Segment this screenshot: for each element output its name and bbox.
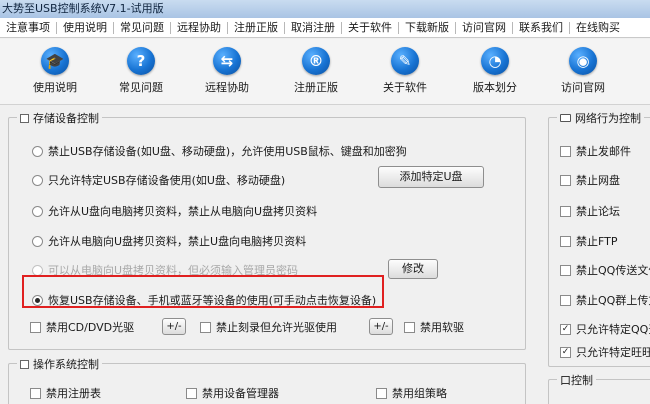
menu-item[interactable]: 关于软件 xyxy=(342,18,398,38)
burn-toggle-button[interactable]: +/- xyxy=(369,318,393,335)
disable-device-manager-checkbox[interactable]: 禁用设备管理器 xyxy=(186,385,279,401)
network-option[interactable]: ✓ 只允许特定QQ登 xyxy=(560,321,650,337)
globe-icon: ◉ xyxy=(569,47,597,75)
radio-button[interactable] xyxy=(32,264,43,276)
menu-item[interactable]: 联系我们 xyxy=(513,18,569,38)
network-option[interactable]: 禁止FTP xyxy=(560,233,618,249)
network-option-label: 禁止网盘 xyxy=(576,174,620,187)
radio-button[interactable] xyxy=(32,145,43,157)
question-icon: ? xyxy=(127,47,155,75)
menu-item[interactable]: 取消注册 xyxy=(285,18,341,38)
network-option-label: 禁止论坛 xyxy=(576,205,620,218)
version-pie-icon: ◔ xyxy=(481,47,509,75)
checkbox-box[interactable] xyxy=(186,387,197,399)
storage-option[interactable]: 允许从电脑向U盘拷贝资料，禁止U盘向电脑拷贝资料 xyxy=(32,233,306,249)
toolbar: 🎓 使用说明? 常见问题 ⇆ 远程协助 ® 注册正版 ✎ 关于软件 ◔ 版本划分 ◉ 访问官网 xyxy=(0,39,650,105)
network-option[interactable]: 禁止QQ群上传文 xyxy=(560,292,650,308)
network-option[interactable]: 禁止发邮件 xyxy=(560,143,631,159)
menu-item[interactable]: 注册正版 xyxy=(228,18,284,38)
storage-option-label: 只允许特定USB存储设备使用(如U盘、移动硬盘) xyxy=(48,174,286,187)
network-option[interactable]: 禁止论坛 xyxy=(560,203,620,219)
storage-option[interactable]: 只允许特定USB存储设备使用(如U盘、移动硬盘) xyxy=(32,172,285,188)
toolbar-label: 访问官网 xyxy=(561,81,605,94)
menu-item[interactable]: 访问官网 xyxy=(456,18,512,38)
toolbar-label: 常见问题 xyxy=(119,81,163,94)
storage-option-label: 禁止USB存储设备(如U盘、移动硬盘)，允许使用USB鼠标、键盘和加密狗 xyxy=(48,145,407,158)
graduation-cap-icon: 🎓 xyxy=(41,47,69,75)
menu-bar: 注意事项 使用说明 常见问题 远程协助 注册正版 取消注册 关于软件 下载新版 访问官网 联系我们… xyxy=(0,18,650,38)
network-option-label: 只允许特定QQ登 xyxy=(576,323,650,336)
network-option[interactable]: 禁止QQ传送文件 xyxy=(560,262,650,278)
disable-registry-checkbox[interactable]: 禁用注册表 xyxy=(30,385,101,401)
title-bar: 大势至USB控制系统V7.1-试用版 xyxy=(0,0,650,18)
group-icon xyxy=(20,359,29,369)
checkbox-box[interactable]: ✓ xyxy=(560,323,571,335)
toolbar-button[interactable]: ◔ 版本划分 xyxy=(460,47,530,94)
checkbox-box[interactable] xyxy=(404,321,415,333)
checkbox-box[interactable] xyxy=(560,294,571,306)
checkbox-box[interactable] xyxy=(560,205,571,217)
monitor-icon xyxy=(560,114,571,122)
toolbar-label: 版本划分 xyxy=(473,81,517,94)
storage-control-title: 存储设备控制 xyxy=(17,110,102,126)
network-option-label: 禁止发邮件 xyxy=(576,145,631,158)
menu-item[interactable]: 远程协助 xyxy=(171,18,227,38)
menu-item[interactable]: 在线购买 xyxy=(570,18,626,38)
storage-option-label: 允许从电脑向U盘拷贝资料，禁止U盘向电脑拷贝资料 xyxy=(48,235,307,248)
network-option[interactable]: ✓ 只允许特定旺旺 xyxy=(560,344,650,360)
menu-item[interactable]: 常见问题 xyxy=(114,18,170,38)
disable-group-policy-checkbox[interactable]: 禁用组策略 xyxy=(376,385,447,401)
network-control-title: 网络行为控制 xyxy=(557,110,644,126)
toolbar-label: 关于软件 xyxy=(383,81,427,94)
checkbox-box[interactable] xyxy=(30,387,41,399)
checkbox-box[interactable]: ✓ xyxy=(560,346,571,358)
radio-button[interactable] xyxy=(32,235,43,247)
storage-option[interactable]: 禁止USB存储设备(如U盘、移动硬盘)，允许使用USB鼠标、键盘和加密狗 xyxy=(32,143,407,159)
disable-floppy-checkbox[interactable]: 禁用软驱 xyxy=(404,319,464,335)
checkbox-box[interactable] xyxy=(200,321,211,333)
toolbar-label: 注册正版 xyxy=(294,81,338,94)
port-control-group: 口控制 xyxy=(548,372,650,404)
add-specific-usb-button[interactable]: 添加特定U盘 xyxy=(378,166,484,188)
registered-icon: ® xyxy=(302,47,330,75)
checkbox-box[interactable] xyxy=(560,174,571,186)
radio-button[interactable] xyxy=(32,174,43,186)
disable-cd-dvd-checkbox[interactable]: 禁用CD/DVD光驱 xyxy=(30,319,134,335)
info-icon: ✎ xyxy=(391,47,419,75)
menu-item[interactable]: 使用说明 xyxy=(57,18,113,38)
remote-assist-icon: ⇆ xyxy=(213,47,241,75)
storage-option[interactable]: 允许从U盘向电脑拷贝资料，禁止从电脑向U盘拷贝资料 xyxy=(32,203,317,219)
network-option-label: 禁止QQ群上传文 xyxy=(576,294,650,307)
toolbar-button[interactable]: ? 常见问题 xyxy=(106,47,176,94)
network-option-label: 只允许特定旺旺 xyxy=(576,346,650,359)
toolbar-label: 使用说明 xyxy=(33,81,77,94)
port-control-title: 口控制 xyxy=(557,372,596,388)
modify-button[interactable]: 修改 xyxy=(388,259,438,279)
checkbox-box[interactable] xyxy=(560,235,571,247)
network-option[interactable]: 禁止网盘 xyxy=(560,172,620,188)
toolbar-label: 远程协助 xyxy=(205,81,249,94)
toolbar-button[interactable]: ✎ 关于软件 xyxy=(370,47,440,94)
checkbox-box[interactable] xyxy=(560,264,571,276)
network-option-label: 禁止QQ传送文件 xyxy=(576,264,650,277)
checkbox-box[interactable] xyxy=(30,321,41,333)
highlight-box xyxy=(22,275,384,308)
storage-option-label: 允许从U盘向电脑拷贝资料，禁止从电脑向U盘拷贝资料 xyxy=(48,205,318,218)
toolbar-button[interactable]: 🎓 使用说明 xyxy=(20,47,90,94)
menu-item[interactable]: 注意事项 xyxy=(0,18,56,38)
toolbar-button[interactable]: ⇆ 远程协助 xyxy=(192,47,262,94)
network-option-label: 禁止FTP xyxy=(576,235,618,248)
checkbox-box[interactable] xyxy=(376,387,387,399)
os-control-title: 操作系统控制 xyxy=(17,356,102,372)
checkbox-box[interactable] xyxy=(560,145,571,157)
toolbar-button[interactable]: ® 注册正版 xyxy=(281,47,351,94)
window-title: 大势至USB控制系统V7.1-试用版 xyxy=(2,2,164,15)
disable-burn-checkbox[interactable]: 禁止刻录但允许光驱使用 xyxy=(200,319,337,335)
menu-item[interactable]: 下载新版 xyxy=(399,18,455,38)
radio-button[interactable] xyxy=(32,205,43,217)
group-icon xyxy=(20,113,29,123)
toolbar-button[interactable]: ◉ 访问官网 xyxy=(548,47,618,94)
cd-toggle-button[interactable]: +/- xyxy=(162,318,186,335)
